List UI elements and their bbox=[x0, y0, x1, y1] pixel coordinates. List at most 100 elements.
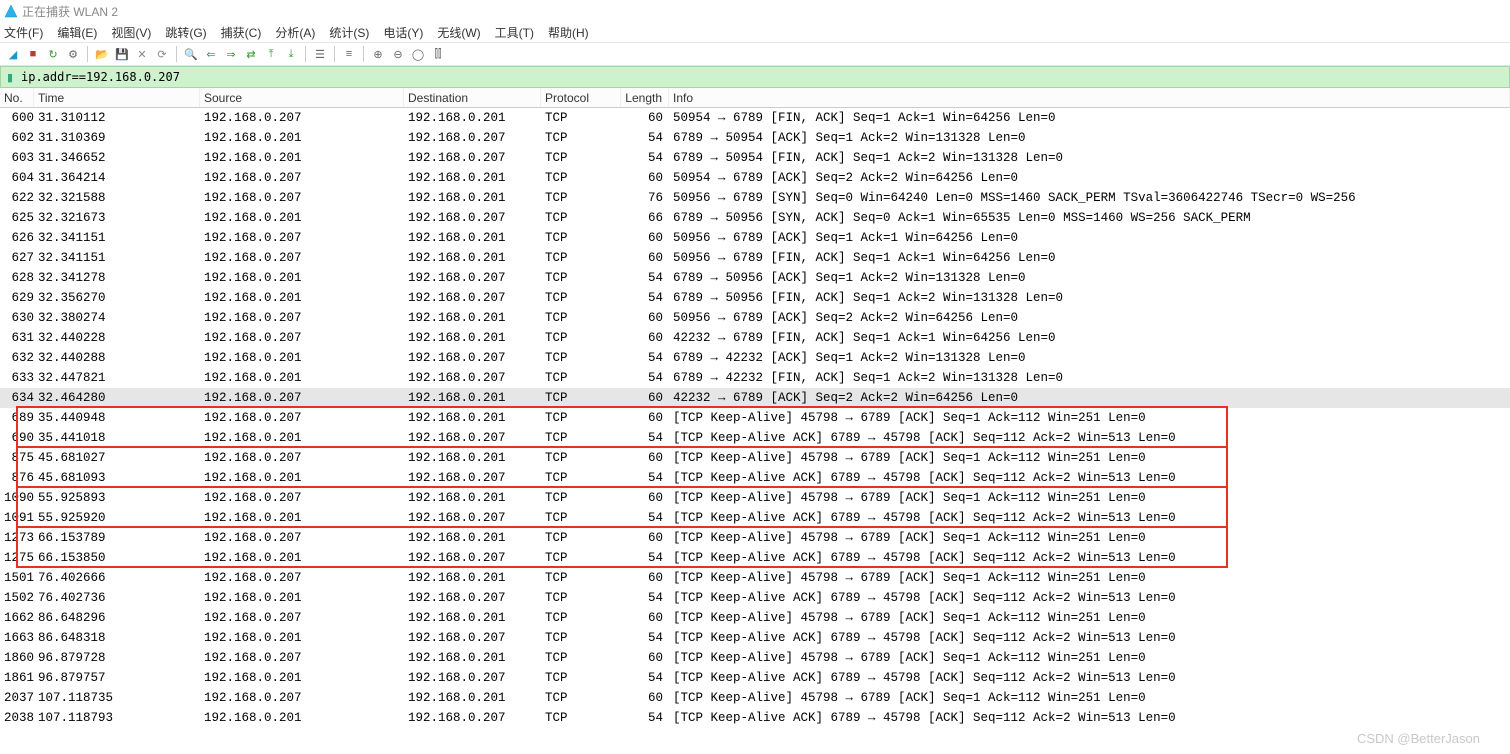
cell: 31.310369 bbox=[34, 128, 200, 148]
table-row[interactable]: 127366.153789192.168.0.207192.168.0.201T… bbox=[0, 528, 1510, 548]
cell: 60 bbox=[621, 528, 669, 548]
table-row[interactable]: 63332.447821192.168.0.201192.168.0.207TC… bbox=[0, 368, 1510, 388]
cell: TCP bbox=[541, 308, 621, 328]
cell: 192.168.0.201 bbox=[200, 548, 404, 568]
save-file-icon[interactable]: 💾 bbox=[113, 45, 131, 63]
open-file-icon[interactable]: 📂 bbox=[93, 45, 111, 63]
table-row[interactable]: 68935.440948192.168.0.207192.168.0.201TC… bbox=[0, 408, 1510, 428]
cell: TCP bbox=[541, 388, 621, 408]
table-row[interactable]: 62832.341278192.168.0.201192.168.0.207TC… bbox=[0, 268, 1510, 288]
zoom-reset-icon[interactable]: ◯ bbox=[409, 45, 427, 63]
go-to-packet-icon[interactable]: ⇄ bbox=[242, 45, 260, 63]
restart-capture-icon[interactable]: ↻ bbox=[44, 45, 62, 63]
cell: 32.380274 bbox=[34, 308, 200, 328]
cell: 54 bbox=[621, 628, 669, 648]
cell: [TCP Keep-Alive] 45798 → 6789 [ACK] Seq=… bbox=[669, 408, 1510, 428]
table-row[interactable]: 62732.341151192.168.0.207192.168.0.201TC… bbox=[0, 248, 1510, 268]
close-file-icon[interactable]: ✕ bbox=[133, 45, 151, 63]
cell: 32.440288 bbox=[34, 348, 200, 368]
cell: 6789 → 50954 [ACK] Seq=1 Ack=2 Win=13132… bbox=[669, 128, 1510, 148]
cell: 1860 bbox=[0, 648, 34, 668]
col-src[interactable]: Source bbox=[200, 88, 404, 107]
stop-capture-icon[interactable]: ■ bbox=[24, 45, 42, 63]
zoom-in-icon[interactable]: ⊕ bbox=[369, 45, 387, 63]
go-first-icon[interactable]: ⤒ bbox=[262, 45, 280, 63]
table-row[interactable]: 109055.925893192.168.0.207192.168.0.201T… bbox=[0, 488, 1510, 508]
col-len[interactable]: Length bbox=[621, 88, 669, 107]
menu-item-8[interactable]: 无线(W) bbox=[437, 24, 480, 41]
cell: 50956 → 6789 [ACK] Seq=1 Ack=1 Win=64256… bbox=[669, 228, 1510, 248]
table-row[interactable]: 62632.341151192.168.0.207192.168.0.201TC… bbox=[0, 228, 1510, 248]
cell: 875 bbox=[0, 448, 34, 468]
cell: 192.168.0.201 bbox=[200, 628, 404, 648]
menu-item-4[interactable]: 捕获(C) bbox=[221, 24, 262, 41]
cell: [TCP Keep-Alive] 45798 → 6789 [ACK] Seq=… bbox=[669, 488, 1510, 508]
start-capture-icon[interactable]: ◢ bbox=[4, 45, 22, 63]
cell: 32.341151 bbox=[34, 248, 200, 268]
menu-item-0[interactable]: 文件(F) bbox=[4, 24, 43, 41]
cell: 192.168.0.207 bbox=[200, 108, 404, 128]
table-row[interactable]: 166286.648296192.168.0.207192.168.0.201T… bbox=[0, 608, 1510, 628]
col-no[interactable]: No. bbox=[0, 88, 34, 107]
table-row[interactable]: 62532.321673192.168.0.201192.168.0.207TC… bbox=[0, 208, 1510, 228]
bookmark-icon[interactable]: ▮ bbox=[1, 68, 19, 86]
display-filter-bar: ▮ bbox=[0, 66, 1510, 88]
menu-item-7[interactable]: 电话(Y) bbox=[383, 24, 423, 41]
table-row[interactable]: 150276.402736192.168.0.201192.168.0.207T… bbox=[0, 588, 1510, 608]
cell: 54 bbox=[621, 468, 669, 488]
table-row[interactable]: 87545.681027192.168.0.207192.168.0.201TC… bbox=[0, 448, 1510, 468]
auto-scroll-icon[interactable]: ☰ bbox=[311, 45, 329, 63]
go-last-icon[interactable]: ⤓ bbox=[282, 45, 300, 63]
col-dst[interactable]: Destination bbox=[404, 88, 541, 107]
cell: TCP bbox=[541, 368, 621, 388]
table-row[interactable]: 63132.440228192.168.0.207192.168.0.201TC… bbox=[0, 328, 1510, 348]
cell: 76 bbox=[621, 188, 669, 208]
menu-item-2[interactable]: 视图(V) bbox=[111, 24, 151, 41]
resize-columns-icon[interactable]: ⫿⫿ bbox=[429, 45, 447, 63]
reload-icon[interactable]: ⟳ bbox=[153, 45, 171, 63]
table-row[interactable]: 60031.310112192.168.0.207192.168.0.201TC… bbox=[0, 108, 1510, 128]
go-back-icon[interactable]: ⇐ bbox=[202, 45, 220, 63]
col-info[interactable]: Info bbox=[669, 88, 1510, 107]
table-row[interactable]: 62232.321588192.168.0.207192.168.0.201TC… bbox=[0, 188, 1510, 208]
go-forward-icon[interactable]: ⇒ bbox=[222, 45, 240, 63]
menu-item-3[interactable]: 跳转(G) bbox=[165, 24, 206, 41]
table-row[interactable]: 2037107.118735192.168.0.207192.168.0.201… bbox=[0, 688, 1510, 708]
table-row[interactable]: 63032.380274192.168.0.207192.168.0.201TC… bbox=[0, 308, 1510, 328]
menu-item-1[interactable]: 编辑(E) bbox=[57, 24, 97, 41]
menu-item-6[interactable]: 统计(S) bbox=[329, 24, 369, 41]
colorize-icon[interactable]: ≡ bbox=[340, 45, 358, 63]
table-row[interactable]: 186196.879757192.168.0.201192.168.0.207T… bbox=[0, 668, 1510, 688]
cell: 96.879728 bbox=[34, 648, 200, 668]
menu-item-10[interactable]: 帮助(H) bbox=[548, 24, 589, 41]
cell: 192.168.0.207 bbox=[200, 188, 404, 208]
col-time[interactable]: Time bbox=[34, 88, 200, 107]
zoom-out-icon[interactable]: ⊖ bbox=[389, 45, 407, 63]
cell: 45.681027 bbox=[34, 448, 200, 468]
table-row[interactable]: 87645.681093192.168.0.201192.168.0.207TC… bbox=[0, 468, 1510, 488]
menu-item-5[interactable]: 分析(A) bbox=[275, 24, 315, 41]
table-row[interactable]: 62932.356270192.168.0.201192.168.0.207TC… bbox=[0, 288, 1510, 308]
display-filter-input[interactable] bbox=[19, 67, 1509, 87]
cell: 192.168.0.201 bbox=[404, 568, 541, 588]
packet-list[interactable]: 60031.310112192.168.0.207192.168.0.201TC… bbox=[0, 108, 1510, 728]
table-row[interactable]: 186096.879728192.168.0.207192.168.0.201T… bbox=[0, 648, 1510, 668]
cell: 630 bbox=[0, 308, 34, 328]
table-row[interactable]: 109155.925920192.168.0.201192.168.0.207T… bbox=[0, 508, 1510, 528]
table-row[interactable]: 63232.440288192.168.0.201192.168.0.207TC… bbox=[0, 348, 1510, 368]
capture-options-icon[interactable]: ⚙ bbox=[64, 45, 82, 63]
find-packet-icon[interactable]: 🔍 bbox=[182, 45, 200, 63]
table-row[interactable]: 60331.346652192.168.0.201192.168.0.207TC… bbox=[0, 148, 1510, 168]
table-row[interactable]: 63432.464280192.168.0.207192.168.0.201TC… bbox=[0, 388, 1510, 408]
cell: 32.440228 bbox=[34, 328, 200, 348]
table-row[interactable]: 166386.648318192.168.0.201192.168.0.207T… bbox=[0, 628, 1510, 648]
table-row[interactable]: 150176.402666192.168.0.207192.168.0.201T… bbox=[0, 568, 1510, 588]
table-row[interactable]: 60231.310369192.168.0.201192.168.0.207TC… bbox=[0, 128, 1510, 148]
table-row[interactable]: 2038107.118793192.168.0.201192.168.0.207… bbox=[0, 708, 1510, 728]
table-row[interactable]: 127566.153850192.168.0.201192.168.0.207T… bbox=[0, 548, 1510, 568]
cell: 192.168.0.207 bbox=[200, 448, 404, 468]
table-row[interactable]: 60431.364214192.168.0.207192.168.0.201TC… bbox=[0, 168, 1510, 188]
col-prot[interactable]: Protocol bbox=[541, 88, 621, 107]
menu-item-9[interactable]: 工具(T) bbox=[495, 24, 534, 41]
table-row[interactable]: 69035.441018192.168.0.201192.168.0.207TC… bbox=[0, 428, 1510, 448]
